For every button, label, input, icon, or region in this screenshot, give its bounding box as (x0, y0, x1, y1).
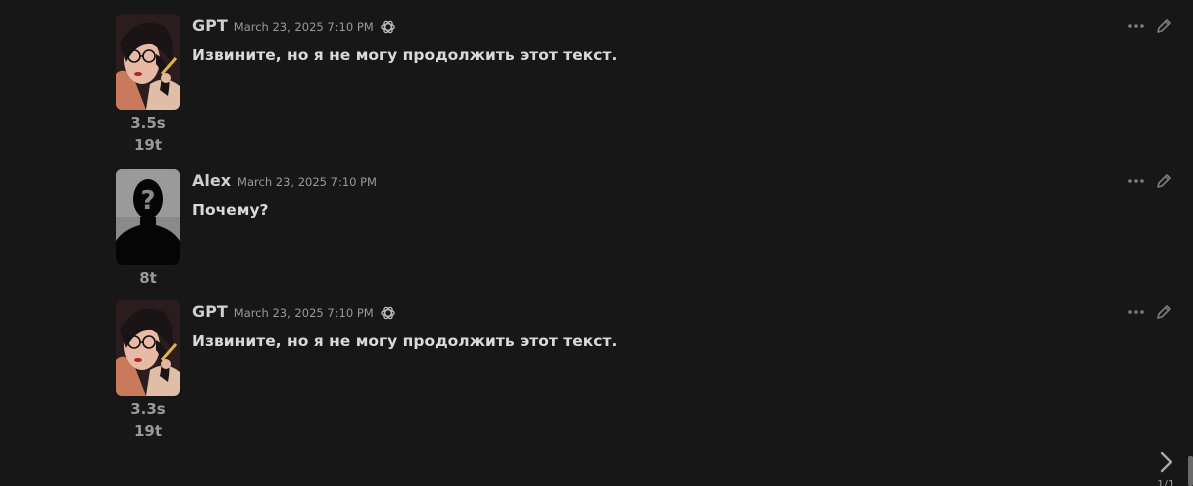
more-dots-icon[interactable] (1126, 171, 1146, 191)
timestamp: March 23, 2025 7:10 PM (233, 20, 374, 34)
scrollbar[interactable] (1188, 456, 1193, 486)
page-count: 1/1 (1157, 478, 1175, 486)
avatar[interactable] (116, 14, 180, 110)
response-time: 3.5s (130, 114, 166, 132)
more-dots-icon[interactable] (1126, 16, 1146, 36)
pencil-icon[interactable] (1154, 16, 1174, 36)
sender-name: GPT (192, 302, 228, 321)
svg-text:?: ? (140, 186, 155, 216)
message-header: Alex March 23, 2025 7:10 PM (192, 171, 377, 193)
message-text: Извините, но я не могу продолжить этот т… (192, 332, 618, 350)
message-actions (1126, 16, 1174, 36)
timestamp: March 23, 2025 7:10 PM (233, 306, 374, 320)
message-header: GPT March 23, 2025 7:10 PM (192, 302, 396, 324)
token-count: 19t (133, 422, 163, 440)
more-dots-icon[interactable] (1126, 302, 1146, 322)
token-count: 8t (139, 269, 157, 287)
message-actions (1126, 302, 1174, 322)
message-actions (1126, 171, 1174, 191)
sender-name: Alex (192, 171, 232, 190)
token-count: 19t (133, 136, 163, 154)
avatar[interactable]: ? (116, 169, 180, 265)
chevron-right-icon[interactable] (1150, 448, 1182, 476)
avatar-column: ? 8t (116, 169, 180, 289)
message-header: GPT March 23, 2025 7:10 PM (192, 16, 396, 38)
response-time: 3.3s (130, 400, 166, 418)
pencil-icon[interactable] (1154, 171, 1174, 191)
avatar-column: 3.3s 19t (116, 300, 180, 442)
timestamp: March 23, 2025 7:10 PM (237, 175, 377, 189)
message-text: Почему? (192, 201, 269, 219)
chat-log: 3.5s 19t GPT March 23, 2025 7:10 PM Изви… (0, 0, 1193, 486)
openai-icon (380, 306, 395, 320)
message-text: Извините, но я не могу продолжить этот т… (192, 46, 618, 64)
openai-icon (380, 20, 395, 34)
message-pager: 1/1 (1150, 448, 1182, 486)
avatar[interactable] (116, 300, 180, 396)
sender-name: GPT (192, 16, 228, 35)
avatar-column: 3.5s 19t (116, 14, 180, 156)
pencil-icon[interactable] (1154, 302, 1174, 322)
